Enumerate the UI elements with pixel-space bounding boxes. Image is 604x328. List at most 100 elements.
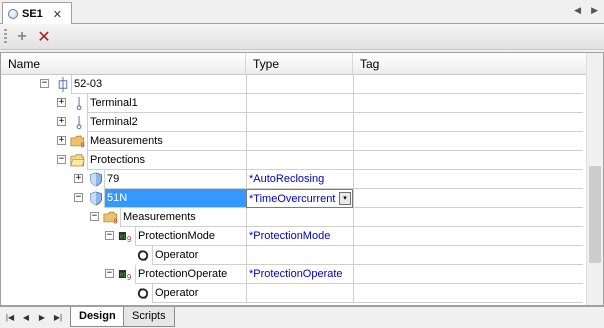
prev-sheet-icon[interactable]: ◀ bbox=[20, 311, 32, 324]
type-cell[interactable] bbox=[246, 246, 353, 265]
tag-cell[interactable] bbox=[353, 94, 583, 113]
tag-cell[interactable] bbox=[353, 227, 583, 246]
tag-cell[interactable] bbox=[353, 151, 583, 170]
type-cell[interactable] bbox=[246, 208, 353, 227]
node-label-selected[interactable]: 51N bbox=[104, 189, 246, 208]
expand-icon[interactable]: + bbox=[57, 98, 66, 107]
shield-icon bbox=[90, 172, 102, 187]
tab-design[interactable]: Design bbox=[70, 307, 125, 327]
tree-row-measurements-51n[interactable]: − 9 Measurements bbox=[1, 208, 583, 227]
tree-grid: Name Type Tag − 52-03 + Terminal1 + Term… bbox=[0, 52, 604, 306]
svg-text:9: 9 bbox=[114, 218, 118, 225]
tag-cell[interactable] bbox=[353, 284, 583, 303]
tree-row-measurements[interactable]: + 9 Measurements bbox=[1, 132, 583, 151]
svg-text:9: 9 bbox=[127, 235, 132, 244]
first-sheet-icon[interactable]: |◀ bbox=[4, 311, 16, 324]
name-cell: − 52-03 bbox=[1, 75, 246, 94]
collapse-icon[interactable]: − bbox=[105, 269, 114, 278]
type-cell[interactable] bbox=[246, 94, 353, 113]
folder-open-icon bbox=[70, 154, 85, 167]
svg-text:9: 9 bbox=[127, 273, 132, 282]
tag-cell[interactable] bbox=[353, 113, 583, 132]
column-header-tag[interactable]: Tag bbox=[353, 53, 579, 75]
type-cell[interactable] bbox=[246, 151, 353, 170]
collapse-icon[interactable]: − bbox=[40, 79, 49, 88]
node-label: Measurements bbox=[120, 208, 246, 227]
document-icon bbox=[8, 9, 18, 19]
operator-icon bbox=[137, 249, 149, 262]
document-tab-strip: SE1 ✕ ◀ ▶ bbox=[0, 0, 604, 25]
scroll-left-icon[interactable]: ◀ bbox=[574, 5, 581, 16]
document-tab-title: SE1 bbox=[22, 8, 43, 20]
tree-row-79[interactable]: + 79 *AutoReclosing bbox=[1, 170, 583, 189]
expand-icon[interactable]: + bbox=[57, 117, 66, 126]
collapse-icon[interactable]: − bbox=[105, 231, 114, 240]
tab-scripts[interactable]: Scripts bbox=[123, 307, 175, 327]
svg-text:01: 01 bbox=[120, 272, 126, 278]
expand-icon[interactable]: + bbox=[57, 136, 66, 145]
tag-cell[interactable] bbox=[353, 132, 583, 151]
tree-row-51n[interactable]: − 51N *TimeOvercurrent ▾ bbox=[1, 189, 583, 208]
svg-text:01: 01 bbox=[120, 234, 126, 240]
close-icon[interactable]: ✕ bbox=[53, 8, 62, 21]
collapse-icon[interactable]: − bbox=[90, 212, 99, 221]
column-header-name[interactable]: Name bbox=[1, 53, 246, 75]
delete-button[interactable]: ✕ bbox=[35, 28, 53, 46]
node-label: 79 bbox=[104, 170, 246, 189]
folder-measurements-icon: 9 bbox=[70, 135, 85, 149]
node-label: ProtectionOperate bbox=[135, 265, 246, 284]
node-label: Terminal1 bbox=[87, 94, 246, 113]
tree-row-terminal1[interactable]: + Terminal1 bbox=[1, 94, 583, 113]
type-cell[interactable] bbox=[246, 132, 353, 151]
type-combo[interactable]: *TimeOvercurrent ▾ bbox=[246, 189, 353, 208]
name-cell: Operator bbox=[1, 284, 246, 303]
vertical-scrollbar[interactable] bbox=[586, 53, 603, 305]
name-cell: − 9 Measurements bbox=[1, 208, 246, 227]
type-cell[interactable]: *ProtectionMode bbox=[246, 227, 353, 246]
scroll-right-icon[interactable]: ▶ bbox=[591, 5, 598, 16]
tab-scroll-arrows: ◀ ▶ bbox=[574, 5, 598, 16]
add-button[interactable]: + bbox=[13, 28, 31, 46]
tree-row-protections[interactable]: − Protections bbox=[1, 151, 583, 170]
tree-row-protectionmode[interactable]: − 01 9 ProtectionMode *ProtectionMode bbox=[1, 227, 583, 246]
tag-cell[interactable] bbox=[353, 208, 583, 227]
node-label: Operator bbox=[152, 284, 246, 303]
tree-row-protectionoperate[interactable]: − 01 9 ProtectionOperate *ProtectionOper… bbox=[1, 265, 583, 284]
node-label: Measurements bbox=[87, 132, 246, 151]
type-cell[interactable]: *ProtectionOperate bbox=[246, 265, 353, 284]
node-label: Operator bbox=[152, 246, 246, 265]
tree-row-operator[interactable]: Operator bbox=[1, 246, 583, 265]
folder-measurements-icon: 9 bbox=[103, 211, 118, 225]
document-tab-se1[interactable]: SE1 ✕ bbox=[2, 2, 72, 25]
chevron-down-icon[interactable]: ▾ bbox=[339, 192, 351, 205]
tree-row-operator[interactable]: Operator bbox=[1, 284, 583, 303]
name-cell: − 01 9 ProtectionMode bbox=[1, 227, 246, 246]
scrollbar-thumb[interactable] bbox=[589, 166, 601, 263]
type-cell[interactable] bbox=[246, 75, 353, 94]
tag-cell[interactable] bbox=[353, 75, 583, 94]
column-header-row: Name Type Tag bbox=[1, 53, 587, 75]
type-cell[interactable] bbox=[246, 284, 353, 303]
type-cell[interactable] bbox=[246, 113, 353, 132]
type-cell[interactable]: *AutoReclosing bbox=[246, 170, 353, 189]
expand-icon[interactable]: + bbox=[74, 174, 83, 183]
collapse-icon[interactable]: − bbox=[57, 155, 66, 164]
toolbar-grip[interactable] bbox=[4, 28, 7, 45]
column-header-type[interactable]: Type bbox=[246, 53, 353, 75]
terminal-icon bbox=[76, 96, 82, 111]
last-sheet-icon[interactable]: ▶| bbox=[52, 311, 64, 324]
tree-row-terminal2[interactable]: + Terminal2 bbox=[1, 113, 583, 132]
next-sheet-icon[interactable]: ▶ bbox=[36, 311, 48, 324]
terminal-icon bbox=[76, 115, 82, 130]
svg-text:9: 9 bbox=[81, 142, 85, 149]
tag-cell[interactable] bbox=[353, 265, 583, 284]
tag-cell[interactable] bbox=[353, 170, 583, 189]
name-cell: + 9 Measurements bbox=[1, 132, 246, 151]
tag-cell[interactable] bbox=[353, 189, 583, 208]
tag-cell[interactable] bbox=[353, 246, 583, 265]
tree-row-52-03[interactable]: − 52-03 bbox=[1, 75, 583, 94]
data-object-icon: 01 9 bbox=[118, 270, 132, 282]
sheet-tab-bar: |◀ ◀ ▶ ▶| Design Scripts bbox=[0, 306, 604, 328]
name-cell: + Terminal2 bbox=[1, 113, 246, 132]
collapse-icon[interactable]: − bbox=[74, 193, 83, 202]
